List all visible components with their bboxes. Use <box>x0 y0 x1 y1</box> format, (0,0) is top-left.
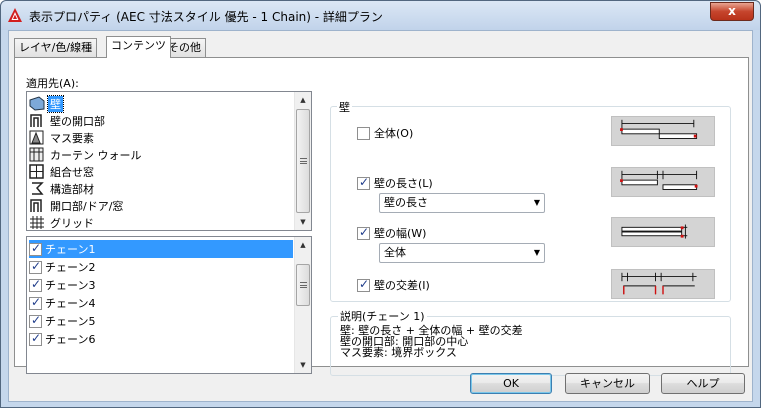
tab-panel-contents: 適用先(A): 壁 壁の開口部 マス要素 カーテン ウォール 組合せ窓 構造部材… <box>14 57 749 376</box>
list-item-wall[interactable]: 壁 <box>29 94 293 113</box>
overall-checkbox[interactable] <box>357 126 370 140</box>
help-button[interactable]: ヘルプ <box>661 373 745 394</box>
description-line: マス要素: 境界ボックス <box>340 346 457 359</box>
list-item-door-window[interactable]: 開口部/ドア/窓 <box>29 197 293 214</box>
chain-checkbox[interactable] <box>29 241 42 256</box>
scroll-up-arrow-icon[interactable]: ▲ <box>295 237 311 253</box>
chain-checkbox[interactable] <box>29 331 42 346</box>
wall-group-title: 壁 <box>337 99 352 115</box>
door-window-icon <box>30 199 42 212</box>
structural-member-icon <box>32 182 44 195</box>
chain-item[interactable]: チェーン3 <box>29 276 293 294</box>
wall-length-checkbox[interactable] <box>357 175 370 190</box>
wall-length-preview-image <box>611 167 715 197</box>
scroll-thumb[interactable] <box>296 109 310 213</box>
autocad-logo-icon <box>8 8 22 22</box>
chain-scrollbar[interactable]: ▲ ▼ <box>294 237 311 373</box>
list-item-label: 壁の開口部 <box>50 114 105 128</box>
list-item-structural-member[interactable]: 構造部材 <box>29 180 293 197</box>
list-item-wall-opening[interactable]: 壁の開口部 <box>29 112 293 129</box>
curtain-wall-icon <box>29 147 44 162</box>
chain-item[interactable]: チェーン1 <box>29 240 293 258</box>
window-assembly-icon <box>29 164 44 179</box>
list-item-label: 壁 <box>47 94 64 113</box>
list-item-label: グリッド <box>50 216 94 230</box>
chevron-down-icon[interactable]: ▼ <box>534 244 540 262</box>
chain-item[interactable]: チェーン5 <box>29 312 293 330</box>
tab-contents[interactable]: コンテンツ <box>106 36 171 58</box>
list-item-label: マス要素 <box>50 131 94 145</box>
wall-width-preview-image <box>611 217 715 247</box>
chain-item[interactable]: チェーン4 <box>29 294 293 312</box>
wall-width-combo[interactable]: 全体 ▼ <box>379 243 545 263</box>
wall-length-label: 壁の長さ(L) <box>374 177 433 190</box>
wall-intersection-preview-image <box>611 269 715 299</box>
dialog-window: 表示プロパティ (AEC 寸法スタイル 優先 - 1 Chain) - 詳細プラ… <box>0 0 761 408</box>
chain-label: チェーン3 <box>45 279 96 292</box>
list-item-label: 組合せ窓 <box>50 165 94 179</box>
description-group: 説明(チェーン 1) 壁: 壁の長さ + 全体の幅 + 壁の交差 壁の開口部: … <box>330 311 731 376</box>
wall-width-combo-value: 全体 <box>384 246 406 259</box>
wall-length-combo-value: 壁の長さ <box>384 196 428 209</box>
scroll-thumb[interactable] <box>296 264 310 306</box>
grid-icon <box>30 216 44 229</box>
scroll-down-arrow-icon[interactable]: ▼ <box>295 214 311 230</box>
scroll-up-arrow-icon[interactable]: ▲ <box>295 92 311 108</box>
ok-button[interactable]: OK <box>470 373 552 394</box>
chain-checkbox[interactable] <box>29 295 42 310</box>
chain-item[interactable]: チェーン2 <box>29 258 293 276</box>
wall-icon <box>29 96 45 111</box>
overall-label: 全体(O) <box>374 127 414 140</box>
chain-checkbox[interactable] <box>29 259 42 274</box>
wall-length-option[interactable]: 壁の長さ(L) <box>357 175 433 191</box>
chain-item[interactable]: チェーン6 <box>29 330 293 348</box>
apply-to-list[interactable]: 壁 壁の開口部 マス要素 カーテン ウォール 組合せ窓 構造部材 開口部/ドア/… <box>26 91 312 231</box>
wall-intersection-checkbox[interactable] <box>357 277 370 292</box>
chain-label: チェーン5 <box>45 315 96 328</box>
wall-intersection-option[interactable]: 壁の交差(I) <box>357 277 430 293</box>
list-item-label: カーテン ウォール <box>50 148 142 162</box>
window-title: 表示プロパティ (AEC 寸法スタイル 優先 - 1 Chain) - 詳細プラ… <box>29 10 383 24</box>
overall-option[interactable]: 全体(O) <box>357 125 413 141</box>
overall-preview-image <box>611 116 715 146</box>
mass-element-icon <box>29 130 44 145</box>
list-item-window-assembly[interactable]: 組合せ窓 <box>29 163 293 180</box>
title-bar[interactable]: 表示プロパティ (AEC 寸法スタイル 優先 - 1 Chain) - 詳細プラ… <box>1 1 760 30</box>
list-item-grid[interactable]: グリッド <box>29 214 293 230</box>
close-button[interactable]: x <box>710 2 754 21</box>
tab-layer-color-linetype[interactable]: レイヤ/色/線種 <box>14 38 98 57</box>
chevron-down-icon[interactable]: ▼ <box>534 194 540 212</box>
list-item-curtain-wall[interactable]: カーテン ウォール <box>29 146 293 163</box>
chain-checkbox[interactable] <box>29 277 42 292</box>
wall-width-checkbox[interactable] <box>357 225 370 240</box>
cancel-button[interactable]: キャンセル <box>565 373 650 394</box>
wall-opening-icon <box>30 114 42 127</box>
wall-width-option[interactable]: 壁の幅(W) <box>357 225 426 241</box>
chain-label: チェーン1 <box>45 243 96 256</box>
chain-label: チェーン6 <box>45 333 96 346</box>
dialog-client: レイヤ/色/線種 コンテンツ その他 適用先(A): 壁 壁の開口部 マス要素 … <box>8 30 753 402</box>
chain-checkbox[interactable] <box>29 313 42 328</box>
wall-intersection-label: 壁の交差(I) <box>374 279 430 292</box>
description-title: 説明(チェーン 1) <box>338 310 427 323</box>
list-item-mass-element[interactable]: マス要素 <box>29 129 293 146</box>
apply-to-scrollbar[interactable]: ▲ ▼ <box>294 92 311 230</box>
wall-width-label: 壁の幅(W) <box>374 227 427 240</box>
list-item-label: 開口部/ドア/窓 <box>50 199 124 213</box>
wall-group: 壁 全体(O) 壁の長さ(L) <box>330 99 731 302</box>
wall-length-combo[interactable]: 壁の長さ ▼ <box>379 193 545 213</box>
scroll-down-arrow-icon[interactable]: ▼ <box>295 357 311 373</box>
chain-label: チェーン2 <box>45 261 96 274</box>
list-item-label: 構造部材 <box>50 182 94 196</box>
chain-list[interactable]: チェーン1 チェーン2 チェーン3 チェーン4 チェーン5 <box>26 236 312 374</box>
chain-label: チェーン4 <box>45 297 96 310</box>
apply-to-label: 適用先(A): <box>26 77 79 90</box>
